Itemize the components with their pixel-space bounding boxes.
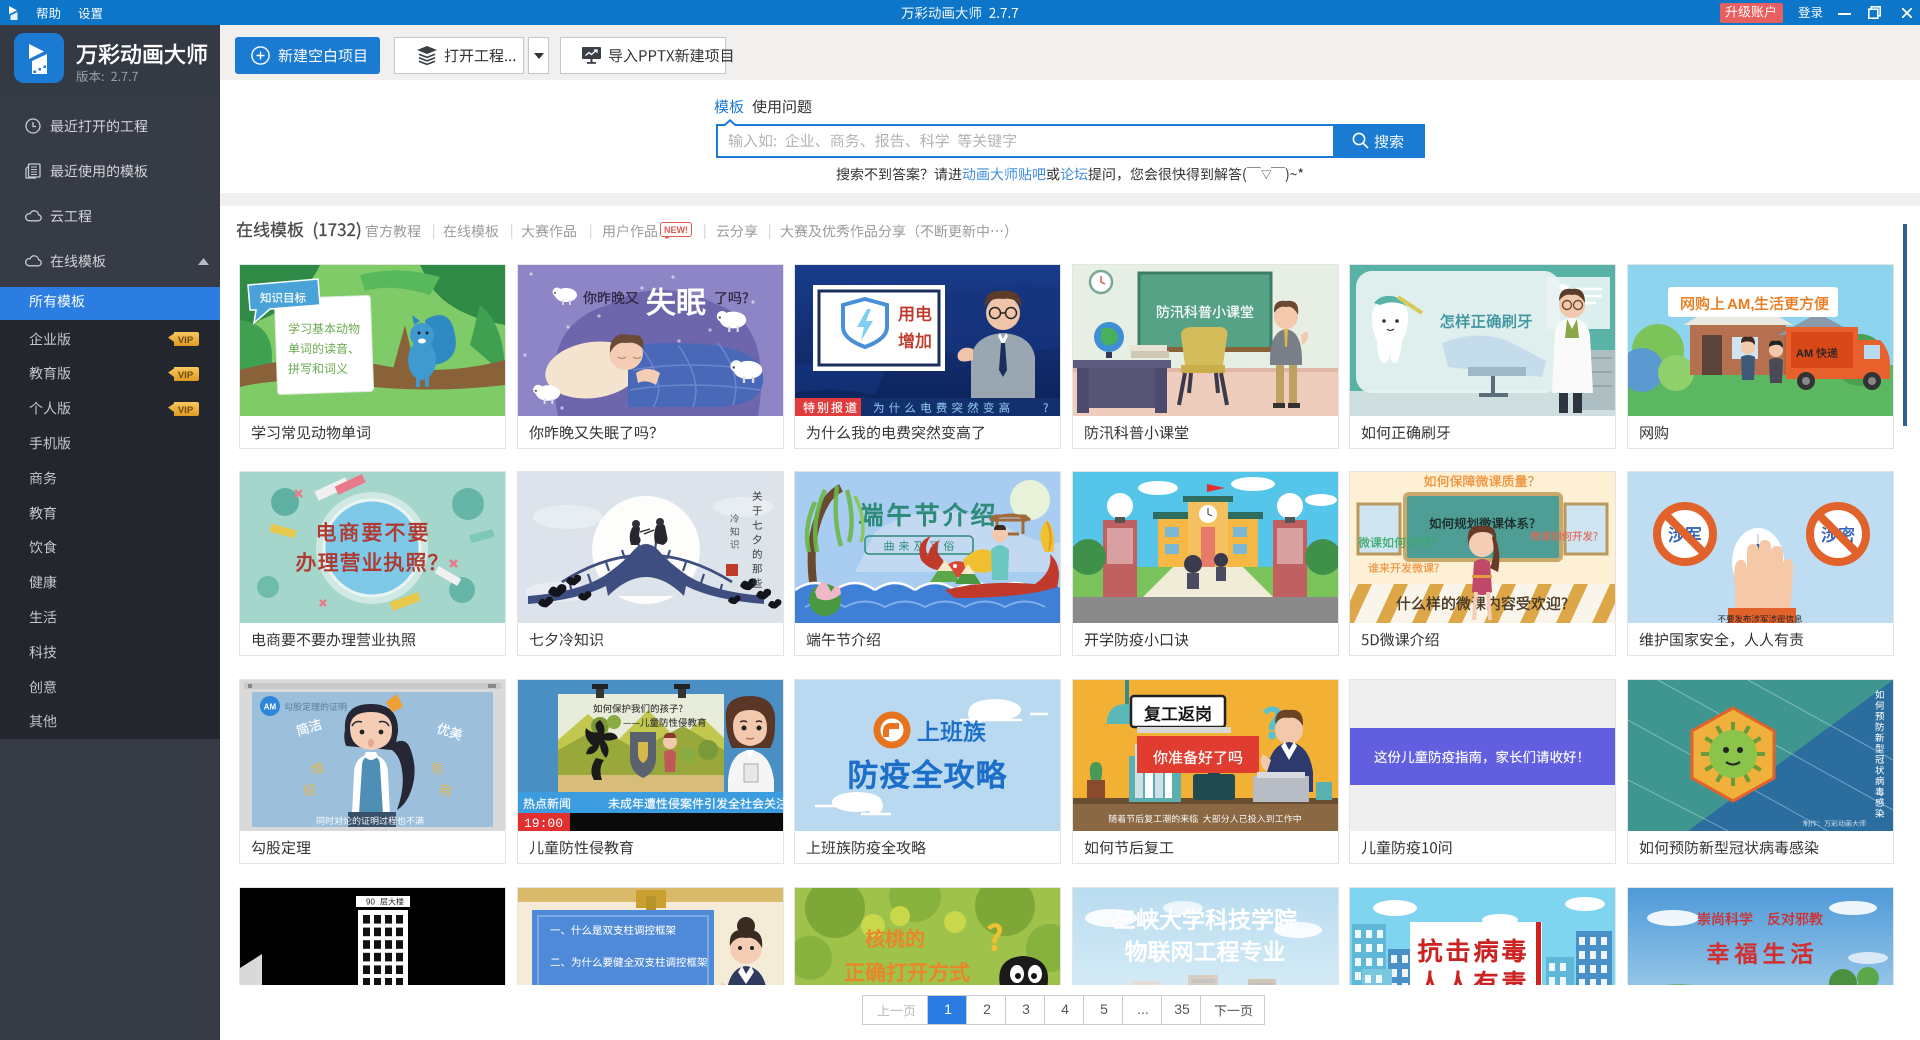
svg-text:VIP: VIP	[178, 335, 194, 346]
svg-text:AM,: AM,	[1727, 296, 1755, 313]
svg-text:VIP: VIP	[178, 370, 194, 381]
svg-text:19:00: 19:00	[524, 816, 563, 831]
svg-text:AM: AM	[1796, 348, 1813, 360]
svg-text:NEW!: NEW!	[664, 225, 688, 235]
svg-text:90: 90	[366, 898, 375, 907]
svg-text:VIP: VIP	[178, 404, 194, 415]
svg-text:AM: AM	[264, 703, 277, 712]
